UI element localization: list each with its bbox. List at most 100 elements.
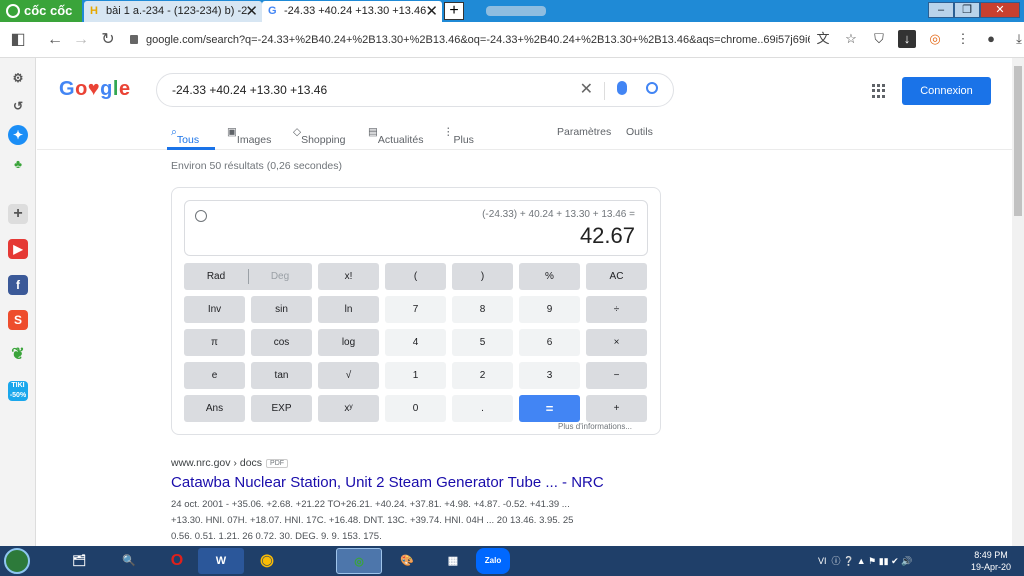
operator-button[interactable]: % [519,263,580,290]
clock[interactable]: 8:49 PM 19-Apr-20 [962,549,1020,573]
games-icon[interactable]: ♣ [8,154,28,174]
digit-button[interactable]: 1 [385,362,446,389]
page-scrollbar[interactable] [1012,58,1024,546]
digit-button[interactable]: 9 [519,296,580,323]
file-explorer-icon[interactable]: 🗂 [56,548,102,574]
operator-button[interactable]: AC [586,263,647,290]
calculator-keypad: Rad Deg x!()% AC Inv sin ln 7 8 9 ÷ π cos log 4 5 6 × e tan… [184,263,650,422]
chrome-icon[interactable]: ◉ [244,548,290,574]
operator-button[interactable]: ÷ [586,296,647,323]
opera-icon[interactable]: O [154,548,200,574]
operator-button[interactable]: x! [318,263,379,290]
tab-news[interactable]: ▤ Actualités [368,126,423,146]
digit-button[interactable]: 8 [452,296,513,323]
search-tool-icon[interactable]: 🔍 [106,548,152,574]
coccoc-taskbar-icon[interactable]: ◎ [336,548,382,574]
tab-more[interactable]: ⋮ Plus [443,126,474,146]
add-icon[interactable]: + [8,204,28,224]
operator-button[interactable]: e [184,362,245,389]
signin-button[interactable]: Connexion [902,77,991,105]
clear-icon[interactable]: ✕ [580,74,593,106]
operator-button[interactable]: + [586,395,647,422]
digit-button[interactable]: . [452,395,513,422]
operator-button[interactable]: ln [318,296,379,323]
zalo-icon[interactable]: Zalo [476,548,510,574]
close-icon[interactable]: ✕ [425,1,438,22]
close-window-button[interactable]: ✕ [980,2,1020,18]
translate-icon[interactable]: 文 [814,30,832,48]
operator-button[interactable]: ) [452,263,513,290]
operator-button[interactable]: tan [251,362,312,389]
tab-shopping[interactable]: ◇ Shopping [293,126,345,146]
facebook-icon[interactable]: f [8,275,28,295]
digit-button[interactable]: 3 [519,362,580,389]
forward-icon[interactable]: → [71,30,91,50]
apps-grid-icon[interactable] [872,84,886,98]
operator-button[interactable]: π [184,329,245,356]
search-input[interactable]: -24.33 +40.24 +13.30 +13.46 ✕ [156,73,674,107]
reload-icon[interactable]: ↻ [98,30,118,50]
tab-all[interactable]: ⌕ Tous [171,126,199,146]
google-logo[interactable]: Go♥gle [59,78,131,101]
tiki-icon[interactable]: TIKI -50% [8,381,28,401]
tab-google-search[interactable]: G -24.33 +40.24 +13.30 +13.46 ✕ [262,1,442,22]
equals-button[interactable]: = [519,395,580,422]
operator-button[interactable]: Ans [184,395,245,422]
operator-button[interactable]: − [586,362,647,389]
operator-button[interactable]: cos [251,329,312,356]
download-icon[interactable]: ↓ [898,30,916,48]
windows-taskbar: 🗂 🔍 O W ◉ ◎ 🎨 ▦ Zalo VI ⓘ ❔ ▲ ⚑ ▮▮ ✔ 🔊 8… [0,546,1024,576]
coccoc-extension-icon[interactable]: ◎ [926,30,944,48]
search-icon[interactable] [646,82,658,94]
rad-deg-toggle[interactable]: Rad Deg [184,263,312,290]
url-field[interactable]: google.com/search?q=-24.33+%2B40.24+%2B1… [130,28,810,52]
maximize-button[interactable]: ❐ [954,2,980,18]
word-icon[interactable]: W [198,548,244,574]
digit-button[interactable]: 2 [452,362,513,389]
microphone-icon[interactable] [617,81,627,95]
digit-button[interactable]: 7 [385,296,446,323]
leaf-icon[interactable]: ❦ [8,345,28,365]
minimize-button[interactable]: – [928,2,954,18]
more-info-link[interactable]: Plus d'informations... [558,422,632,431]
menu-dots-icon[interactable]: ⋮ [954,30,972,48]
shopee-icon[interactable]: S [8,310,28,330]
youtube-icon[interactable]: ▶ [8,239,28,259]
operator-button[interactable]: EXP [251,395,312,422]
sidebar-toggle-icon[interactable]: ◧ [8,30,28,50]
downloads-icon[interactable]: ⤓ [1010,30,1024,48]
operator-button[interactable]: sin [251,296,312,323]
settings-link[interactable]: Paramètres [557,126,611,138]
profile-icon[interactable]: ● [982,30,1000,48]
paint-icon[interactable]: 🎨 [384,548,430,574]
digit-button[interactable]: 4 [385,329,446,356]
scrollbar-thumb[interactable] [1014,66,1022,216]
start-button[interactable] [4,548,30,574]
close-icon[interactable]: ✕ [245,1,258,22]
history-icon[interactable]: ↺ [8,96,28,116]
tab-homework[interactable]: H bài 1 a.-234 - (123-234) b) -2 ✕ [84,1,262,22]
coccoc-brand[interactable]: cốc cốc [0,0,82,22]
calculator-app-icon[interactable]: ▦ [430,548,476,574]
back-icon[interactable]: ← [45,30,65,50]
messenger-icon[interactable]: ✦ [8,125,28,145]
operator-button[interactable]: log [318,329,379,356]
digit-button[interactable]: 5 [452,329,513,356]
settings-icon[interactable]: ⚙ [8,68,28,88]
operator-button[interactable]: Inv [184,296,245,323]
tools-link[interactable]: Outils [626,126,653,138]
operator-button[interactable]: ( [385,263,446,290]
operator-button[interactable]: × [586,329,647,356]
tab-images[interactable]: ▣ Images [227,126,271,146]
shield-icon[interactable]: ⛉ [870,30,888,48]
digit-button[interactable]: 0 [385,395,446,422]
result-url[interactable]: www.nrc.gov › docs PDF [171,457,289,469]
new-tab-button[interactable]: + [444,2,464,20]
history-icon[interactable] [195,210,207,222]
operator-button[interactable]: √ [318,362,379,389]
language-indicator[interactable]: VI [818,556,827,566]
bookmark-star-icon[interactable]: ☆ [842,30,860,48]
operator-button[interactable]: xʸ [318,395,379,422]
digit-button[interactable]: 6 [519,329,580,356]
result-title-link[interactable]: Catawba Nuclear Station, Unit 2 Steam Ge… [171,474,604,491]
